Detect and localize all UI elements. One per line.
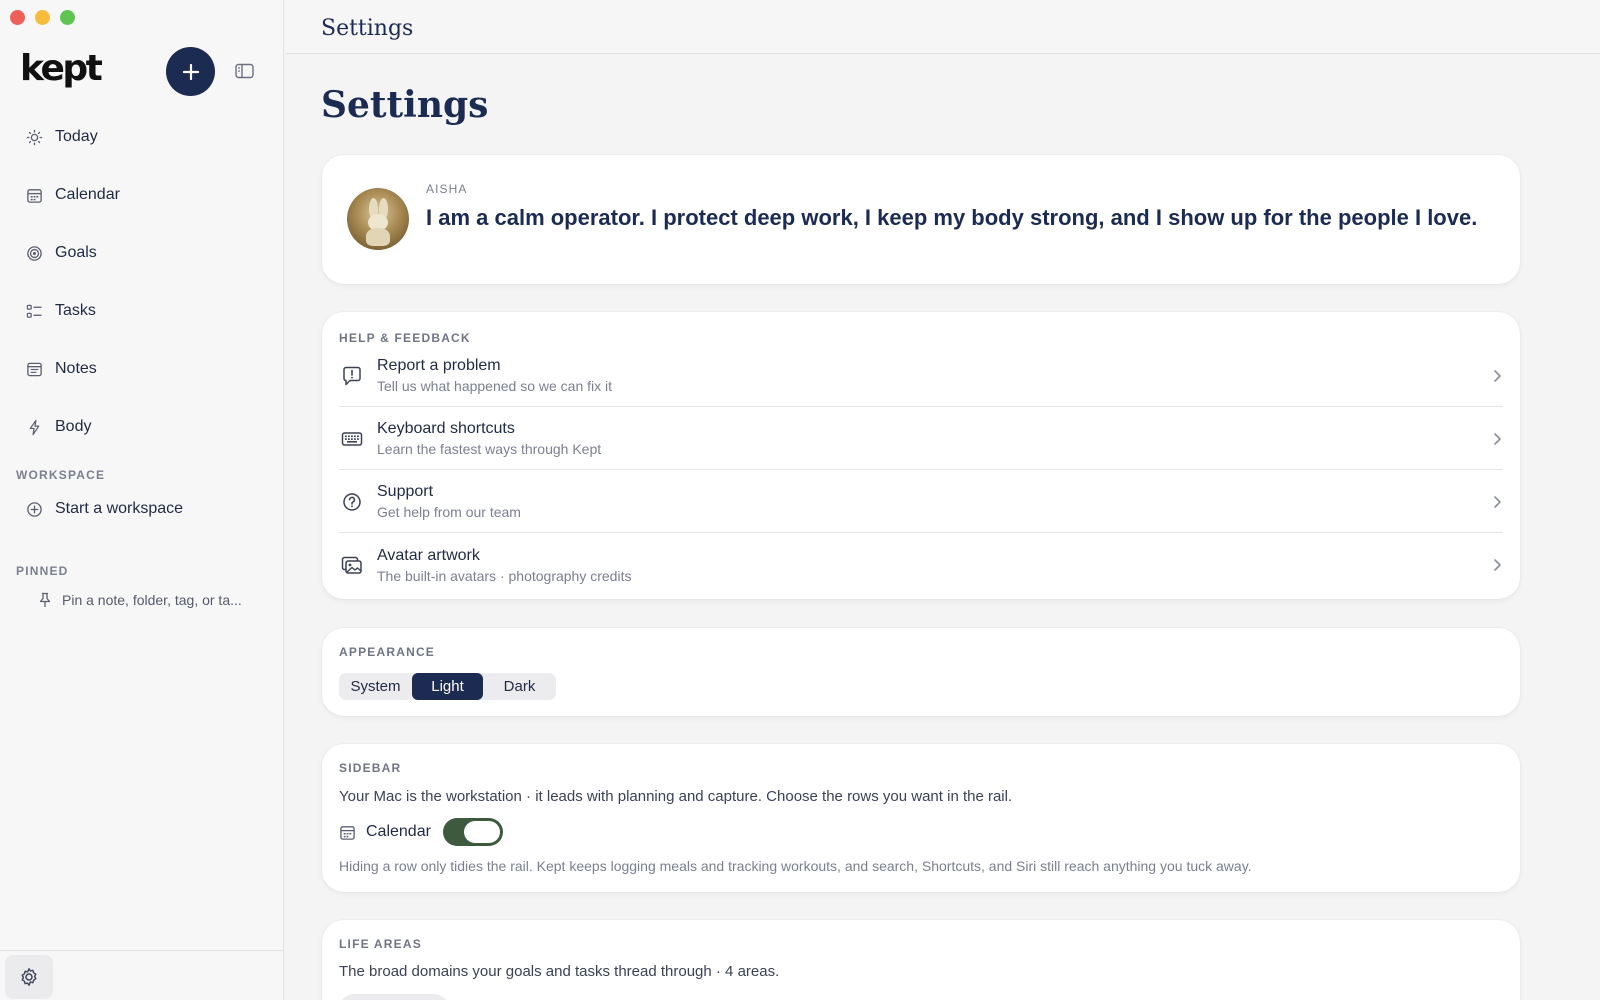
appearance-segmented-control: System Light Dark xyxy=(339,673,556,700)
pinned-section-label: PINNED xyxy=(16,564,69,578)
calendar-icon xyxy=(340,825,355,840)
appearance-option-system[interactable]: System xyxy=(339,673,412,700)
support-row[interactable]: Support Get help from our team xyxy=(339,471,1503,533)
sidebar-note: Hiding a row only tidies the rail. Kept … xyxy=(339,858,1252,874)
close-window-button[interactable] xyxy=(10,10,25,25)
chevron-right-icon xyxy=(1494,370,1501,382)
sidebar-item-label: Notes xyxy=(55,360,97,377)
toggle-knob xyxy=(463,821,500,843)
row-title: Keyboard shortcuts xyxy=(377,420,515,437)
report-icon xyxy=(343,366,361,385)
notes-icon xyxy=(27,362,42,376)
help-circle-icon xyxy=(343,492,361,511)
appearance-section-label: APPEARANCE xyxy=(339,645,436,659)
sun-icon xyxy=(26,129,43,145)
keyboard-shortcuts-row[interactable]: Keyboard shortcuts Learn the fastest way… xyxy=(339,408,1503,470)
plus-circle-icon xyxy=(27,501,42,517)
sidebar-item-goals[interactable]: Goals xyxy=(16,224,268,282)
sidebar-nav: Today Calendar Goals Tasks Notes Body xyxy=(16,108,268,456)
window-controls xyxy=(10,10,75,25)
target-icon xyxy=(27,245,42,261)
workspace-section-label: WORKSPACE xyxy=(16,468,106,482)
chevron-right-icon xyxy=(1494,559,1501,571)
help-section-label: HELP & FEEDBACK xyxy=(339,331,471,345)
gear-icon xyxy=(21,968,37,986)
app-logo: kept xyxy=(20,48,103,89)
pin-icon xyxy=(39,592,51,607)
images-icon xyxy=(341,556,362,574)
start-workspace-label: Start a workspace xyxy=(55,500,184,517)
sidebar-item-label: Goals xyxy=(55,244,97,261)
life-areas-card: LIFE AREAS The broad domains your goals … xyxy=(322,920,1520,1000)
life-area-chip[interactable] xyxy=(339,994,449,1000)
keyboard-icon xyxy=(341,431,363,446)
sidebar-toggle-icon[interactable] xyxy=(235,63,254,79)
calendar-visibility-toggle[interactable] xyxy=(442,818,503,846)
sidebar-item-body[interactable]: Body xyxy=(16,398,268,456)
appearance-card: APPEARANCE System Light Dark xyxy=(322,628,1520,716)
sidebar-item-notes[interactable]: Notes xyxy=(16,340,268,398)
profile-motto: I am a calm operator. I protect deep wor… xyxy=(426,205,1478,230)
chevron-right-icon xyxy=(1494,496,1501,508)
row-title: Support xyxy=(377,483,434,500)
row-subtitle: The built-in avatars · photography credi… xyxy=(377,567,632,584)
sidebar: kept Today Calendar Goals Tasks Notes Bo… xyxy=(0,0,284,1000)
help-feedback-card: HELP & FEEDBACK Report a problem Tell us… xyxy=(322,312,1520,599)
pinned-placeholder: Pin a note, folder, tag, or ta... xyxy=(38,592,242,608)
row-title: Avatar artwork xyxy=(377,546,480,564)
row-title: Report a problem xyxy=(377,357,501,374)
sidebar-settings-card: SIDEBAR Your Mac is the workstation · it… xyxy=(322,744,1520,892)
sidebar-item-tasks[interactable]: Tasks xyxy=(16,282,268,340)
avatar-artwork-row[interactable]: Avatar artwork The built-in avatars · ph… xyxy=(339,534,1503,596)
toolbar: Settings xyxy=(285,0,1600,54)
sidebar-item-today[interactable]: Today xyxy=(16,108,268,166)
life-areas-description: The broad domains your goals and tasks t… xyxy=(339,963,780,980)
main-content: Settings Settings AISHA I am a calm oper… xyxy=(285,0,1600,1000)
sidebar-row-calendar: Calendar xyxy=(339,818,503,846)
sidebar-item-label: Calendar xyxy=(55,186,120,203)
chevron-right-icon xyxy=(1494,433,1501,445)
bolt-icon xyxy=(29,419,40,435)
page-title: Settings xyxy=(321,84,489,126)
report-problem-row[interactable]: Report a problem Tell us what happened s… xyxy=(339,345,1503,407)
avatar-body xyxy=(366,228,390,246)
calendar-icon xyxy=(27,188,42,203)
new-item-button[interactable] xyxy=(166,47,215,96)
life-areas-section-label: LIFE AREAS xyxy=(339,937,422,951)
settings-button[interactable] xyxy=(5,955,53,999)
profile-name: AISHA xyxy=(426,182,468,196)
avatar[interactable] xyxy=(347,188,409,250)
minimize-window-button[interactable] xyxy=(35,10,50,25)
sidebar-item-label: Tasks xyxy=(55,302,96,319)
tasks-icon xyxy=(26,304,42,318)
row-subtitle: Get help from our team xyxy=(377,504,521,520)
sidebar-row-label: Calendar xyxy=(366,823,431,840)
toolbar-title: Settings xyxy=(321,16,414,41)
row-subtitle: Tell us what happened so we can fix it xyxy=(377,378,613,394)
sidebar-section-label: SIDEBAR xyxy=(339,761,402,775)
plus-icon xyxy=(182,63,199,80)
sidebar-footer xyxy=(0,950,284,1000)
zoom-window-button[interactable] xyxy=(60,10,75,25)
start-workspace-button[interactable]: Start a workspace xyxy=(26,500,183,518)
sidebar-item-label: Today xyxy=(55,128,98,145)
profile-card[interactable]: AISHA I am a calm operator. I protect de… xyxy=(322,155,1520,284)
appearance-option-dark[interactable]: Dark xyxy=(483,673,556,700)
appearance-option-light[interactable]: Light xyxy=(412,673,483,700)
pinned-placeholder-text: Pin a note, folder, tag, or ta... xyxy=(62,592,242,608)
sidebar-description: Your Mac is the workstation · it leads w… xyxy=(339,788,1013,805)
row-subtitle: Learn the fastest ways through Kept xyxy=(377,441,602,457)
sidebar-item-calendar[interactable]: Calendar xyxy=(16,166,268,224)
sidebar-item-label: Body xyxy=(55,418,92,435)
